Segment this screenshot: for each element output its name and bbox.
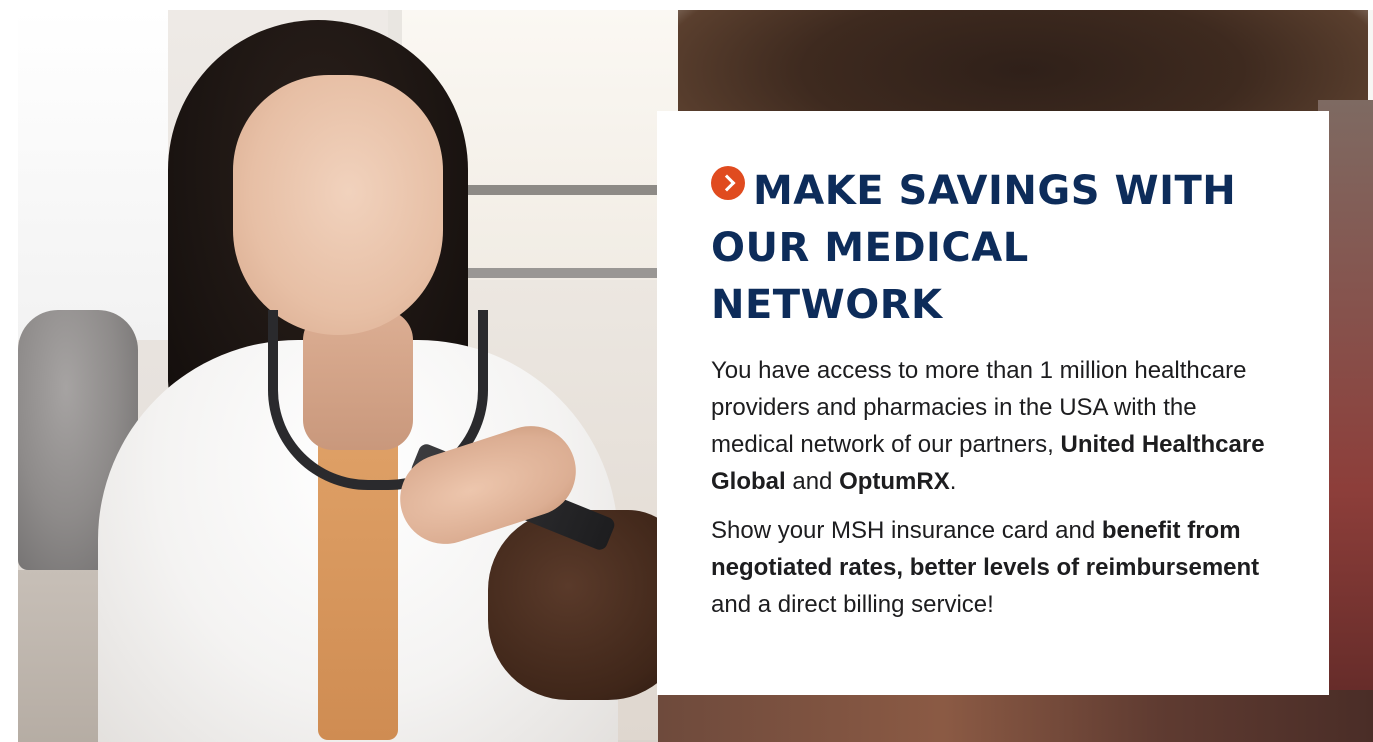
paragraph-text: Show your MSH insurance card and (711, 517, 1102, 544)
partner-name: OptumRX (839, 468, 950, 495)
window (18, 10, 168, 340)
paragraph-text: and (785, 468, 840, 495)
window-frame (448, 268, 678, 278)
headline-text: MAKE SAVINGS WITH OUR MEDICAL NETWORK (711, 168, 1237, 328)
benefits-paragraph: Show your MSH insurance card and benefit… (711, 512, 1276, 623)
patient-shirt (658, 690, 1373, 742)
paragraph-text: and a direct billing service! (711, 591, 994, 618)
window-frame (438, 185, 678, 195)
headline: MAKE SAVINGS WITH OUR MEDICAL NETWORK (711, 163, 1251, 334)
paragraph-text: . (949, 468, 957, 495)
banner: MAKE SAVINGS WITH OUR MEDICAL NETWORK Yo… (0, 0, 1373, 742)
doctor-face (233, 75, 443, 335)
description-paragraph: You have access to more than 1 million h… (711, 352, 1276, 500)
info-card: MAKE SAVINGS WITH OUR MEDICAL NETWORK Yo… (657, 111, 1329, 695)
chevron-right-circle-icon (711, 166, 745, 200)
